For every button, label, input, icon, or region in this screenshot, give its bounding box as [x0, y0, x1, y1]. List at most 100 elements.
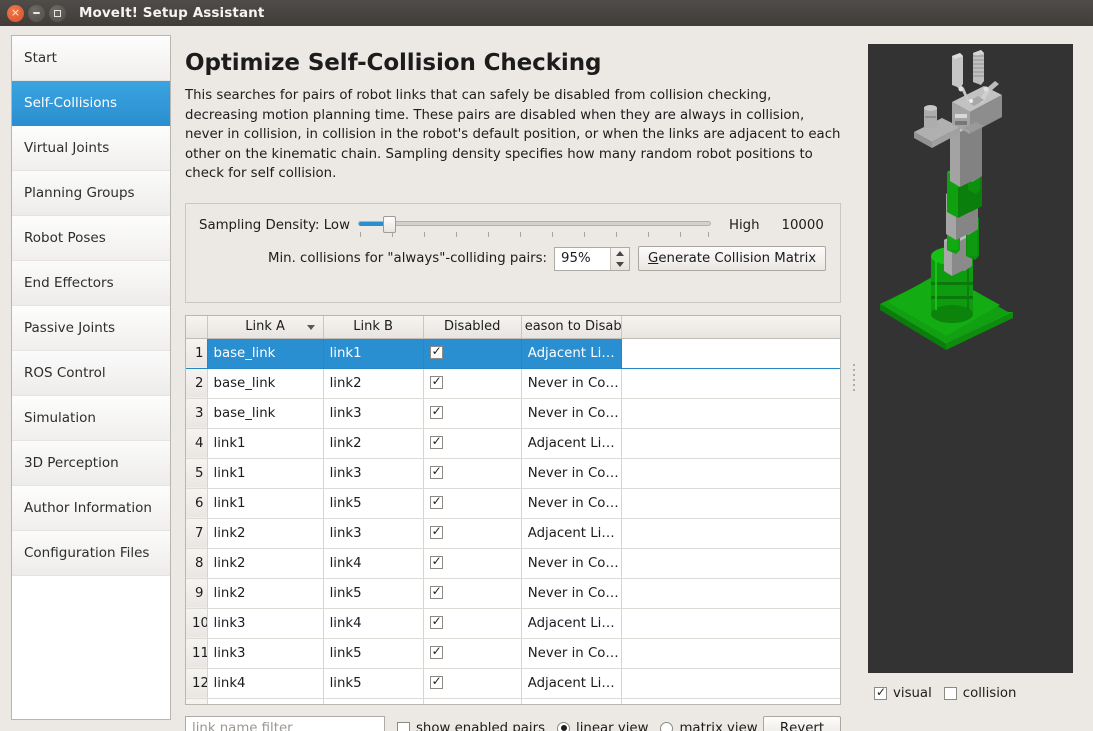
header-disabled[interactable]: Disabled	[423, 316, 522, 339]
cell-link-a[interactable]: link3	[207, 638, 324, 669]
cell-disabled[interactable]	[423, 428, 522, 459]
generate-collision-matrix-button[interactable]: Generate Collision Matrix	[638, 246, 827, 271]
cell-disabled[interactable]	[423, 548, 522, 579]
cell-reason[interactable]: Never in Co…	[521, 458, 622, 489]
cell-link-b[interactable]: link5	[323, 668, 424, 699]
table-row[interactable]: 12 link4 link5 Adjacent Li…	[186, 668, 840, 699]
sidebar-item-planning-groups[interactable]: Planning Groups	[12, 171, 170, 216]
header-link-a[interactable]: Link A	[207, 316, 324, 339]
slider-handle[interactable]	[382, 216, 396, 233]
table-row[interactable]: 6 link1 link5 Never in Co…	[186, 488, 840, 519]
cell-link-a[interactable]: link3	[207, 608, 324, 639]
sidebar-item-3d-perception[interactable]: 3D Perception	[12, 441, 170, 486]
table-row[interactable]: 11 link3 link5 Never in Co…	[186, 638, 840, 669]
sidebar-item-robot-poses[interactable]: Robot Poses	[12, 216, 170, 261]
sidebar-item-start[interactable]: Start	[12, 36, 170, 81]
cell-link-b[interactable]: link5	[323, 638, 424, 669]
cell-link-a[interactable]: base_link	[207, 368, 324, 399]
radio-icon[interactable]	[660, 721, 674, 731]
cell-disabled[interactable]	[423, 458, 522, 489]
disabled-checkbox[interactable]	[429, 434, 443, 449]
sidebar-item-author-information[interactable]: Author Information	[12, 486, 170, 531]
cell-disabled[interactable]	[423, 518, 522, 549]
matrix-view-radio[interactable]: matrix view	[660, 721, 758, 731]
header-reason-to-disable[interactable]: eason to Disab	[521, 316, 622, 339]
table-row[interactable]: 7 link2 link3 Adjacent Li…	[186, 518, 840, 549]
cell-link-a[interactable]: link2	[207, 578, 324, 609]
min-collisions-spinbox[interactable]: 95%	[554, 246, 631, 271]
cell-link-b[interactable]: link5	[323, 578, 424, 609]
collision-checkbox[interactable]: collision	[943, 686, 1016, 701]
checkbox-icon[interactable]	[943, 686, 957, 700]
cell-disabled[interactable]	[423, 368, 522, 399]
disabled-checkbox[interactable]	[429, 644, 443, 659]
cell-reason[interactable]: Never in Co…	[521, 548, 622, 579]
disabled-checkbox[interactable]	[429, 674, 443, 689]
disabled-checkbox[interactable]	[429, 524, 443, 539]
cell-reason[interactable]: Adjacent Li…	[521, 428, 622, 459]
disabled-checkbox[interactable]	[429, 554, 443, 569]
radio-icon[interactable]	[557, 721, 571, 731]
cell-link-b[interactable]: link5	[323, 488, 424, 519]
disabled-checkbox[interactable]	[429, 614, 443, 629]
cell-link-b[interactable]: link3	[323, 398, 424, 429]
disabled-checkbox[interactable]	[429, 344, 443, 359]
cell-disabled[interactable]	[423, 578, 522, 609]
table-row[interactable]: 10 link3 link4 Adjacent Li…	[186, 608, 840, 639]
table-row[interactable]: 2 base_link link2 Never in Co…	[186, 368, 840, 399]
chevron-down-icon[interactable]	[616, 261, 625, 267]
maximize-icon[interactable]	[49, 4, 66, 22]
sidebar-item-self-collisions[interactable]: Self-Collisions	[12, 81, 170, 126]
cell-link-a[interactable]: link4	[207, 668, 324, 699]
linear-view-radio[interactable]: linear view	[557, 721, 648, 731]
link-name-filter-input[interactable]: link name filter	[185, 716, 385, 731]
checkbox-icon[interactable]	[397, 721, 410, 731]
robot-3d-view[interactable]	[868, 44, 1073, 673]
cell-link-b[interactable]: link4	[323, 608, 424, 639]
revert-button[interactable]: Revert	[763, 715, 841, 731]
disabled-checkbox[interactable]	[429, 374, 443, 389]
cell-link-b[interactable]: link4	[323, 548, 424, 579]
cell-disabled[interactable]	[423, 398, 522, 429]
collision-pairs-table[interactable]: Link A Link B Disabled eason to Disab 1 …	[185, 315, 841, 705]
cell-disabled[interactable]	[423, 608, 522, 639]
cell-link-b[interactable]: link3	[323, 518, 424, 549]
cell-reason[interactable]: Never in Co…	[521, 488, 622, 519]
chevron-up-icon[interactable]	[616, 250, 625, 256]
cell-reason[interactable]: Never in Co…	[521, 638, 622, 669]
cell-link-a[interactable]: link1	[207, 458, 324, 489]
cell-link-a[interactable]: link1	[207, 488, 324, 519]
sidebar-item-end-effectors[interactable]: End Effectors	[12, 261, 170, 306]
cell-reason[interactable]: Never in Co…	[521, 368, 622, 399]
cell-disabled[interactable]	[423, 668, 522, 699]
cell-link-a[interactable]: link1	[207, 428, 324, 459]
close-icon[interactable]	[7, 4, 24, 22]
checkbox-icon[interactable]	[874, 685, 887, 700]
cell-reason[interactable]: Adjacent Li…	[521, 668, 622, 699]
table-row[interactable]: 1 base_link link1 Adjacent Li…	[186, 338, 840, 369]
cell-link-a[interactable]: base_link	[207, 398, 324, 429]
sidebar-item-configuration-files[interactable]: Configuration Files	[12, 531, 170, 576]
visual-checkbox[interactable]: visual	[874, 685, 932, 701]
sidebar-item-virtual-joints[interactable]: Virtual Joints	[12, 126, 170, 171]
spinbox-arrows[interactable]	[610, 247, 630, 270]
table-row[interactable]: 4 link1 link2 Adjacent Li…	[186, 428, 840, 459]
minimize-icon[interactable]	[28, 4, 45, 22]
cell-disabled[interactable]	[423, 338, 522, 369]
cell-reason[interactable]: Never in Co…	[521, 578, 622, 609]
sidebar-item-passive-joints[interactable]: Passive Joints	[12, 306, 170, 351]
cell-disabled[interactable]	[423, 638, 522, 669]
cell-reason[interactable]: Adjacent Li…	[521, 608, 622, 639]
show-enabled-pairs-checkbox[interactable]: show enabled pairs	[397, 721, 545, 731]
sampling-density-slider[interactable]	[357, 214, 711, 237]
panel-splitter[interactable]	[848, 35, 860, 720]
disabled-checkbox[interactable]	[429, 404, 443, 419]
sidebar-item-simulation[interactable]: Simulation	[12, 396, 170, 441]
cell-reason[interactable]: Never in Co…	[521, 398, 622, 429]
disabled-checkbox[interactable]	[429, 494, 443, 509]
cell-reason[interactable]: Adjacent Li…	[521, 518, 622, 549]
table-row[interactable]: 3 base_link link3 Never in Co…	[186, 398, 840, 429]
cell-reason[interactable]: Adjacent Li…	[521, 338, 622, 369]
disabled-checkbox[interactable]	[429, 584, 443, 599]
table-row[interactable]: 5 link1 link3 Never in Co…	[186, 458, 840, 489]
